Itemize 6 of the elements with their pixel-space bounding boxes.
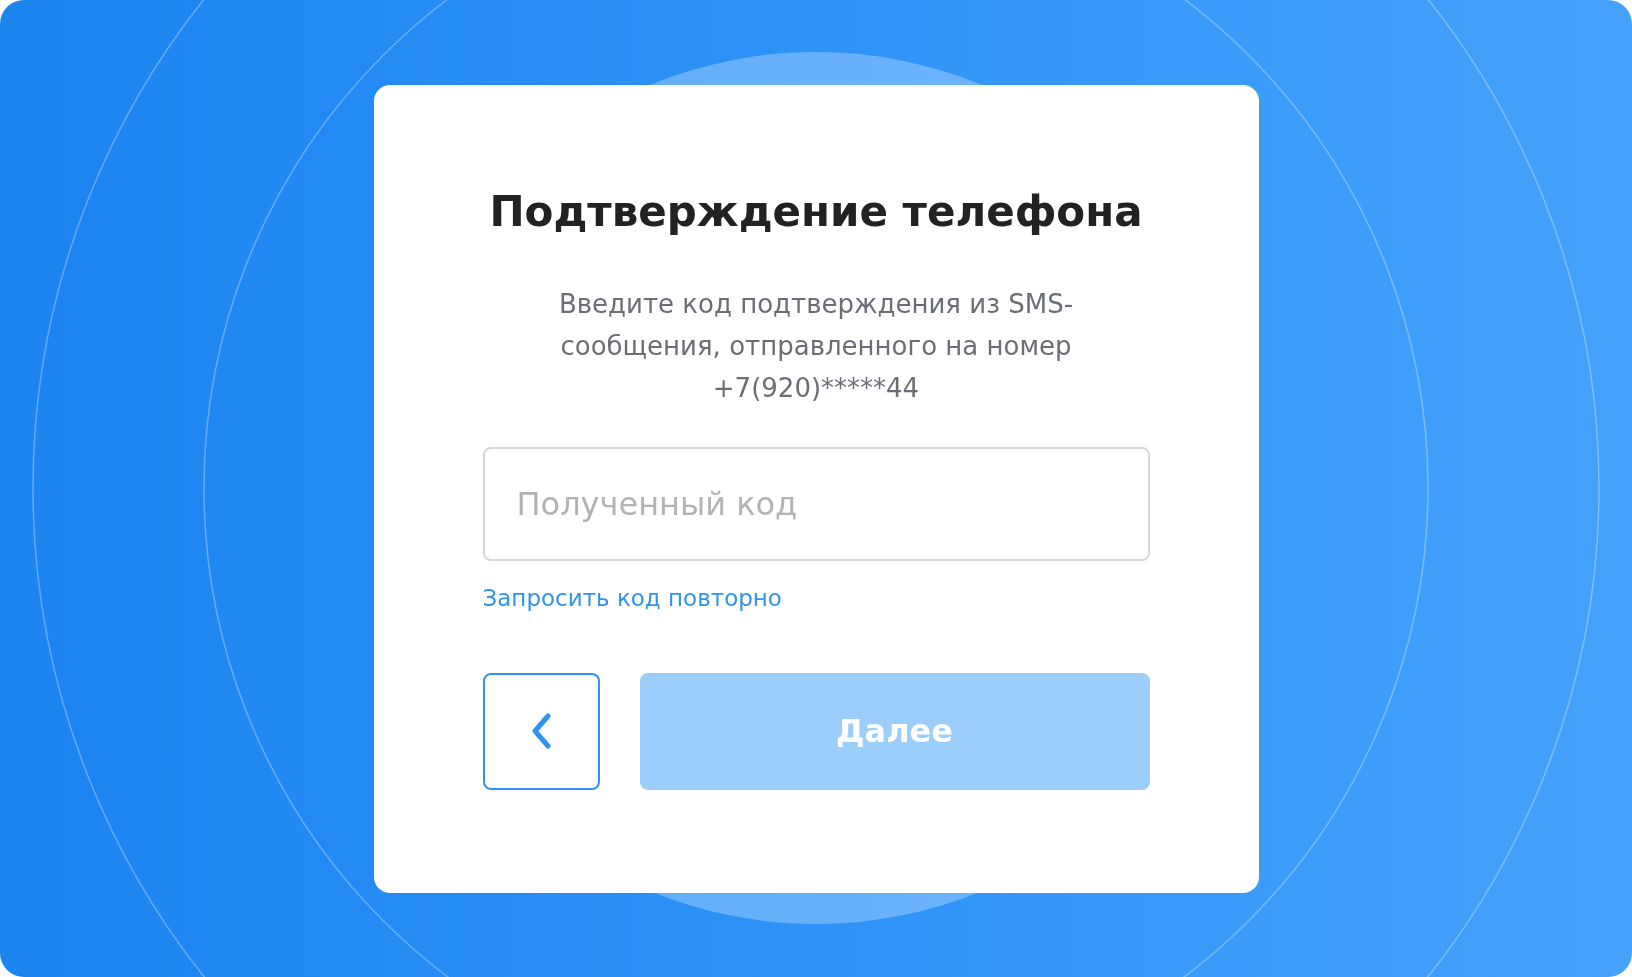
code-input-field[interactable]: Полученный код xyxy=(482,446,1150,561)
dialog-title: Подтверждение телефона xyxy=(489,185,1143,238)
description-text: Введите код подтверждения из SMS-сообщения, отправленного на номер +7(920)*****44 xyxy=(557,287,1075,405)
chevron-left-icon xyxy=(530,713,552,749)
resend-code-link[interactable]: Запросить код повторно xyxy=(482,582,782,613)
back-button[interactable] xyxy=(482,672,600,790)
